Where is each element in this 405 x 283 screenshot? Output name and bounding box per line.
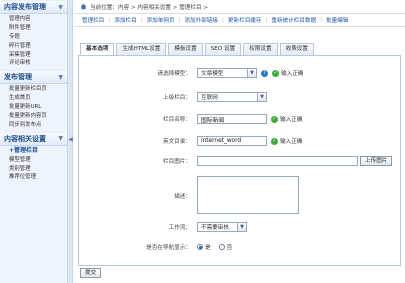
radio-yes[interactable] (197, 244, 203, 250)
nav-add-single-page[interactable]: 添加单网页 (143, 16, 179, 24)
check-icon: ✓ (272, 69, 279, 77)
nav-batch-edit[interactable]: 批量编辑 (322, 16, 352, 24)
radio-no-label: 否 (226, 245, 233, 251)
submit-button[interactable]: 提交 (80, 268, 102, 278)
row-name: 栏目名称： 国际新闻 ✓ 输入正确 (79, 114, 302, 124)
dir-hint: ✓ 输入正确 (271, 137, 302, 145)
parent-select[interactable]: 互联网 ▼ (197, 92, 267, 102)
main-area: 当前位置：内容 > 内容相关设置 > 管理栏目 > 管理栏目 | 添加栏目 | 添加… (74, 0, 405, 283)
radio-no[interactable] (218, 244, 225, 250)
hint-text: 输入正确 (280, 117, 303, 123)
nav-add-external-link[interactable]: 添加外部链接 (180, 16, 222, 24)
tab-html[interactable]: 生成HTML设置 (116, 43, 167, 55)
chevron-left-icon[interactable]: ◀ (68, 136, 73, 143)
chevron-down-icon: ▼ (58, 3, 63, 11)
model-select[interactable]: 文章模型 ▼ (197, 68, 257, 78)
sidebar-item-generate-home[interactable]: 生成首页 (0, 94, 67, 103)
form-panel: 请选择模型： 文章模型 ▼ ? ✓ 输入正确 上级栏目： 互联网 ▼ 栏目名称：… (78, 55, 401, 266)
nav-manage-categories[interactable]: 管理栏目 (78, 16, 108, 24)
check-icon: ✓ (271, 137, 278, 145)
sidebar-item-fragments[interactable]: 碎片管理 (0, 42, 67, 51)
image-label: 栏目图片： (163, 159, 191, 165)
sidebar-item-comments[interactable]: 评论审核 (0, 59, 67, 68)
hint-text: 输入正确 (281, 71, 304, 77)
sidebar-collapse-bar[interactable]: ◀ (68, 0, 73, 283)
chevron-down-icon: ▼ (247, 69, 256, 77)
parent-label: 上级栏目： (163, 95, 191, 101)
sidebar-item-collect[interactable]: 采集管理 (0, 51, 67, 60)
tab-template[interactable]: 模板设置 (168, 43, 203, 55)
workflow-select[interactable]: 不需要审核 ▼ (197, 222, 247, 232)
sidebar-item-update-content-pages[interactable]: 批量更新内容页 (0, 112, 67, 121)
dir-input[interactable]: internet_word (197, 136, 267, 146)
row-desc: 描述： (79, 176, 299, 214)
name-input[interactable]: 国际新闻 (197, 114, 267, 124)
workflow-label: 工作流： (168, 225, 191, 231)
name-label: 栏目名称： (163, 117, 191, 123)
sidebar-item-types[interactable]: 类别管理 (0, 165, 67, 174)
row-workflow: 工作流： 不需要审核 ▼ (79, 222, 247, 232)
dir-label: 英文目录： (163, 139, 191, 145)
breadcrumb: 当前位置：内容 > 内容相关设置 > 管理栏目 > (74, 0, 405, 14)
workflow-select-value: 不需要审核 (201, 225, 229, 231)
top-nav: 管理栏目 | 添加栏目 | 添加单网页 | 添加外部链接 | 更新栏目缓存 | 重新统计栏… (74, 14, 405, 27)
app: 内容发布管理 ▼ 管理内容 附件管理 专题 碎片管理 采集管理 评论审核 发布管… (0, 0, 405, 283)
home-icon (80, 3, 87, 10)
row-parent: 上级栏目： 互联网 ▼ (79, 92, 267, 102)
nav-display-label: 是否在导航显示： (146, 245, 191, 251)
desc-label: 描述： (174, 194, 191, 200)
sidebar-section-title: 内容发布管理 (4, 3, 46, 11)
upload-image-button[interactable]: 上传图片 (360, 156, 393, 166)
sidebar-section-settings[interactable]: 内容相关设置 ▼ (0, 131, 67, 146)
sidebar-item-update-url[interactable]: 批量更新URL (0, 103, 67, 112)
radio-yes-label: 是 (205, 245, 211, 251)
row-nav-display: 是否在导航显示： 是 否 (79, 243, 240, 251)
tab-permissions[interactable]: 权限设置 (243, 43, 278, 55)
chevron-down-icon: ▼ (257, 93, 266, 101)
model-label: 请选择模型： (157, 71, 191, 77)
sidebar-item-topics[interactable]: 专题 (0, 33, 67, 42)
chevron-down-icon: ▼ (237, 223, 246, 231)
sidebar-section-title: 发布管理 (4, 73, 32, 82)
sidebar-item-sync[interactable]: 同步到发布点 (0, 121, 67, 130)
nav-recount-data[interactable]: 重新统计栏目数据 (267, 16, 320, 24)
sidebar-item-models[interactable]: 模型管理 (0, 156, 67, 165)
image-input[interactable] (197, 156, 358, 166)
model-hint: ✓ 输入正确 (272, 69, 303, 77)
help-icon[interactable]: ? (261, 69, 268, 77)
sidebar-item-manage-content[interactable]: 管理内容 (0, 15, 67, 24)
sidebar-section-publish[interactable]: 发布管理 ▼ (0, 70, 67, 85)
sidebar-item-positions[interactable]: 推荐位管理 (0, 173, 67, 182)
sidebar: 内容发布管理 ▼ 管理内容 附件管理 专题 碎片管理 采集管理 评论审核 发布管… (0, 0, 68, 283)
check-icon: ✓ (271, 115, 278, 123)
sidebar-item-update-category-pages[interactable]: 批量更新栏目页 (0, 85, 67, 94)
sidebar-section-content[interactable]: 内容发布管理 ▼ (0, 0, 67, 14)
sidebar-section-title: 内容相关设置 (4, 134, 46, 143)
row-dir: 英文目录： internet_word ✓ 输入正确 (79, 136, 302, 146)
tab-bar: 基本选项 生成HTML设置 模板设置 SEO 设置 权限设置 收费设置 (80, 43, 316, 56)
desc-textarea[interactable] (197, 176, 299, 214)
parent-select-value: 互联网 (201, 95, 218, 101)
sidebar-item-attachments[interactable]: 附件管理 (0, 24, 67, 33)
row-model: 请选择模型： 文章模型 ▼ ? ✓ 输入正确 (79, 68, 303, 78)
nav-update-cache[interactable]: 更新栏目缓存 (224, 16, 266, 24)
sidebar-item-manage-categories[interactable]: +管理栏目 (0, 147, 67, 156)
model-select-value: 文章模型 (201, 71, 224, 77)
tab-seo[interactable]: SEO 设置 (204, 43, 242, 55)
row-image: 栏目图片： 上传图片 (79, 156, 393, 166)
breadcrumb-text: 当前位置：内容 > 内容相关设置 > 管理栏目 > (90, 4, 209, 11)
tab-charges[interactable]: 收费设置 (279, 43, 314, 55)
chevron-down-icon: ▼ (58, 73, 63, 81)
name-hint: ✓ 输入正确 (271, 115, 302, 123)
chevron-down-icon: ▼ (58, 135, 63, 143)
hint-text: 输入正确 (280, 139, 303, 145)
nav-add-category[interactable]: 添加栏目 (110, 16, 140, 24)
